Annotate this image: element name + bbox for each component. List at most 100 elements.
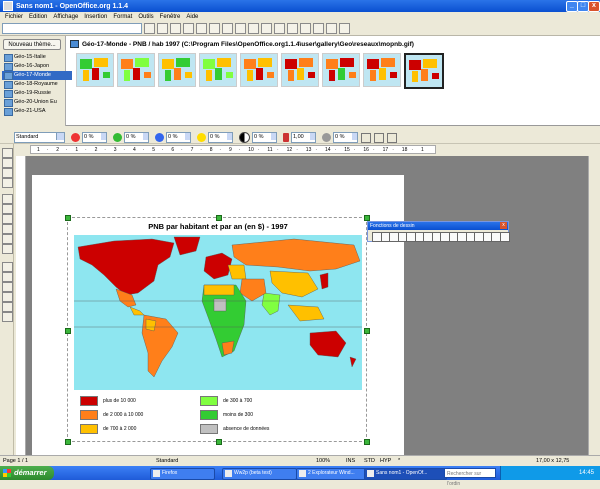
gallery-thumbnail[interactable] <box>240 53 278 87</box>
theme-item[interactable]: Géo-20-Union Eu <box>2 98 72 107</box>
connector-icon[interactable] <box>2 204 13 214</box>
map-figure[interactable]: PNB par habitant et par an (en $) - 1997 <box>65 215 370 445</box>
view-icon[interactable] <box>2 312 13 322</box>
export-pdf-icon[interactable] <box>196 23 207 34</box>
gallery-view-icon[interactable] <box>70 40 79 48</box>
paste-icon[interactable] <box>248 23 259 34</box>
zoom-icon[interactable] <box>2 158 13 168</box>
gamma-field[interactable]: 1,00 <box>291 132 316 143</box>
theme-item[interactable]: Géo-19-Russie <box>2 89 72 98</box>
menu-fichier[interactable]: Fichier <box>2 14 26 20</box>
status-selection-mode[interactable]: STD <box>364 458 375 464</box>
gallery-thumbnail[interactable] <box>117 53 155 87</box>
filter-icon[interactable] <box>374 132 384 143</box>
menu-fenetre[interactable]: Fenêtre <box>157 14 184 20</box>
theme-item[interactable]: Géo-18-Royaume <box>2 80 72 89</box>
data-sources-icon[interactable] <box>326 23 337 34</box>
cut-icon[interactable] <box>222 23 233 34</box>
graphics-mode-icon[interactable] <box>361 132 371 143</box>
effects-icon[interactable] <box>2 282 13 292</box>
align-icon[interactable] <box>2 234 13 244</box>
status-insert-mode[interactable]: INS <box>346 458 355 464</box>
print-icon[interactable] <box>209 23 220 34</box>
thumbnail-landmass <box>176 58 190 67</box>
menu-aide[interactable]: Aide <box>183 14 201 20</box>
glue-icon[interactable] <box>2 302 13 312</box>
thumbnail-landmass <box>124 70 130 81</box>
open-file-icon[interactable] <box>157 23 168 34</box>
edit-file-icon[interactable] <box>183 23 194 34</box>
gallery-thumbnail[interactable] <box>404 53 444 89</box>
task-ww2p[interactable]: Ww2p (beta test) <box>222 468 297 480</box>
draw-icon[interactable] <box>2 178 13 188</box>
menu-outils[interactable]: Outils <box>135 14 156 20</box>
thumbnail-landmass <box>267 72 274 78</box>
desktop-search-input[interactable]: Rechercher sur l'ordin <box>444 468 496 487</box>
gallery-thumbnail[interactable] <box>76 53 114 87</box>
help-icon[interactable] <box>339 23 350 34</box>
green-percent-field[interactable]: 0 % <box>124 132 149 143</box>
transparency-field[interactable]: 0 % <box>333 132 358 143</box>
fontwork-icon[interactable] <box>2 292 13 302</box>
3d-icon[interactable] <box>2 214 13 224</box>
selection-handle[interactable] <box>216 215 222 221</box>
selection-handle[interactable] <box>364 328 370 334</box>
hyperlink-icon[interactable] <box>287 23 298 34</box>
style-select[interactable]: Standard <box>14 132 65 143</box>
selection-handle[interactable] <box>65 215 71 221</box>
selection-handle[interactable] <box>364 439 370 445</box>
vertical-scrollbar[interactable] <box>588 156 600 455</box>
selection-handle[interactable] <box>65 328 71 334</box>
start-button[interactable]: démarrer <box>0 466 54 480</box>
ruler-tick-label: 10 <box>248 147 254 153</box>
text-icon[interactable] <box>2 168 13 178</box>
selection-handle[interactable] <box>65 439 71 445</box>
gallery-thumbnail[interactable] <box>199 53 237 87</box>
save-icon[interactable] <box>170 23 181 34</box>
insert-icon[interactable] <box>2 262 13 272</box>
load-url-icon[interactable] <box>144 23 155 34</box>
menu-format[interactable]: Format <box>110 14 135 20</box>
navigator-icon[interactable] <box>313 23 324 34</box>
theme-item[interactable]: Géo-16-Japon <box>2 62 72 71</box>
drawing-toolbar-close-button[interactable]: x <box>500 222 507 229</box>
theme-item[interactable]: Géo-15-Italie <box>2 53 72 62</box>
legend-swatch <box>200 410 218 420</box>
select-icon[interactable] <box>2 148 13 158</box>
arrange-icon[interactable] <box>2 244 13 254</box>
menu-insertion[interactable]: Insertion <box>81 14 110 20</box>
redo-icon[interactable] <box>274 23 285 34</box>
thumbnail-landmass <box>288 70 294 81</box>
gallery-thumbnail[interactable] <box>158 53 196 87</box>
draw-tool-icon[interactable] <box>499 232 510 242</box>
status-hyperlink-mode[interactable]: HYP <box>380 458 391 464</box>
url-input[interactable] <box>2 23 142 34</box>
menu-edition[interactable]: Edition <box>26 14 50 20</box>
new-theme-button[interactable]: Nouveau thème... <box>3 39 61 50</box>
ruler-tick-label: · <box>65 147 68 153</box>
red-percent-field[interactable]: 0 % <box>82 132 107 143</box>
crop-icon[interactable] <box>387 132 397 143</box>
shapes-icon[interactable] <box>2 194 13 204</box>
undo-icon[interactable] <box>261 23 272 34</box>
thumbnail-landmass <box>226 72 233 78</box>
controls-icon[interactable] <box>2 272 13 282</box>
selection-handle[interactable] <box>216 439 222 445</box>
contrast-field[interactable]: 0 % <box>252 132 277 143</box>
task-explorer[interactable]: 2 Explorateur Wind... <box>296 468 373 480</box>
close-button[interactable]: x <box>588 1 600 12</box>
gallery-thumbnail[interactable] <box>363 53 401 87</box>
theme-item-selected[interactable]: Géo-17-Monde <box>2 71 72 80</box>
gallery-icon[interactable] <box>300 23 311 34</box>
task-firefox[interactable]: Firefox <box>150 468 215 480</box>
gallery-thumbnail[interactable] <box>281 53 319 87</box>
theme-item[interactable]: Géo-21-USA <box>2 107 72 116</box>
brightness-field[interactable]: 0 % <box>208 132 233 143</box>
blue-percent-field[interactable]: 0 % <box>166 132 191 143</box>
copy-icon[interactable] <box>235 23 246 34</box>
task-openoffice[interactable]: Sans nom1 - OpenOf... <box>364 468 447 480</box>
menu-affichage[interactable]: Affichage <box>50 14 81 20</box>
openoffice-icon <box>367 470 374 477</box>
gallery-thumbnail[interactable] <box>322 53 360 87</box>
rotate-icon[interactable] <box>2 224 13 234</box>
